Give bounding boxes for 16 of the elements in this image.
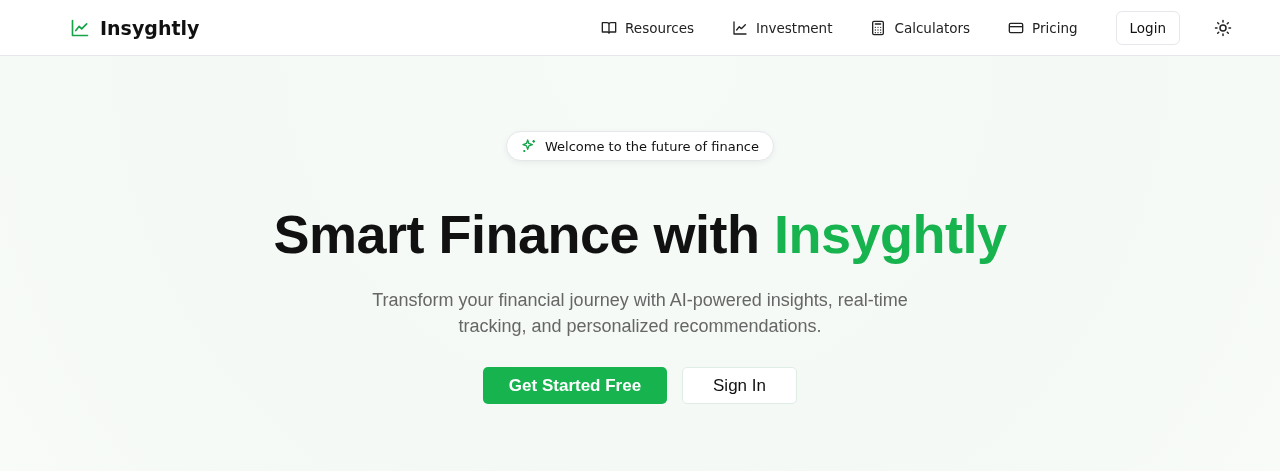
nav-link[interactable]: Investment (732, 19, 833, 36)
nav-link[interactable]: Calculators (870, 19, 971, 36)
book-icon (601, 19, 618, 36)
sign-in-button[interactable]: Sign In (682, 367, 797, 404)
badge-text: Welcome to the future of finance (545, 138, 759, 154)
headline: Smart Finance with Insyghtly (273, 203, 1007, 265)
sun-icon[interactable] (1214, 18, 1232, 37)
calculator-icon (870, 19, 887, 36)
login-button[interactable]: Login (1115, 10, 1180, 45)
subtitle: Transform your financial journey with AI-powered insights, real-time tracking, and personalized recommendations. (371, 289, 909, 338)
chart-icon (732, 19, 748, 36)
nav-link[interactable]: Resources (601, 19, 694, 36)
chart-icon (70, 17, 90, 38)
brand-name[interactable]: Insyghtly (100, 16, 200, 39)
nav-link[interactable]: Pricing (1008, 19, 1078, 36)
sparkle-icon (521, 138, 537, 154)
